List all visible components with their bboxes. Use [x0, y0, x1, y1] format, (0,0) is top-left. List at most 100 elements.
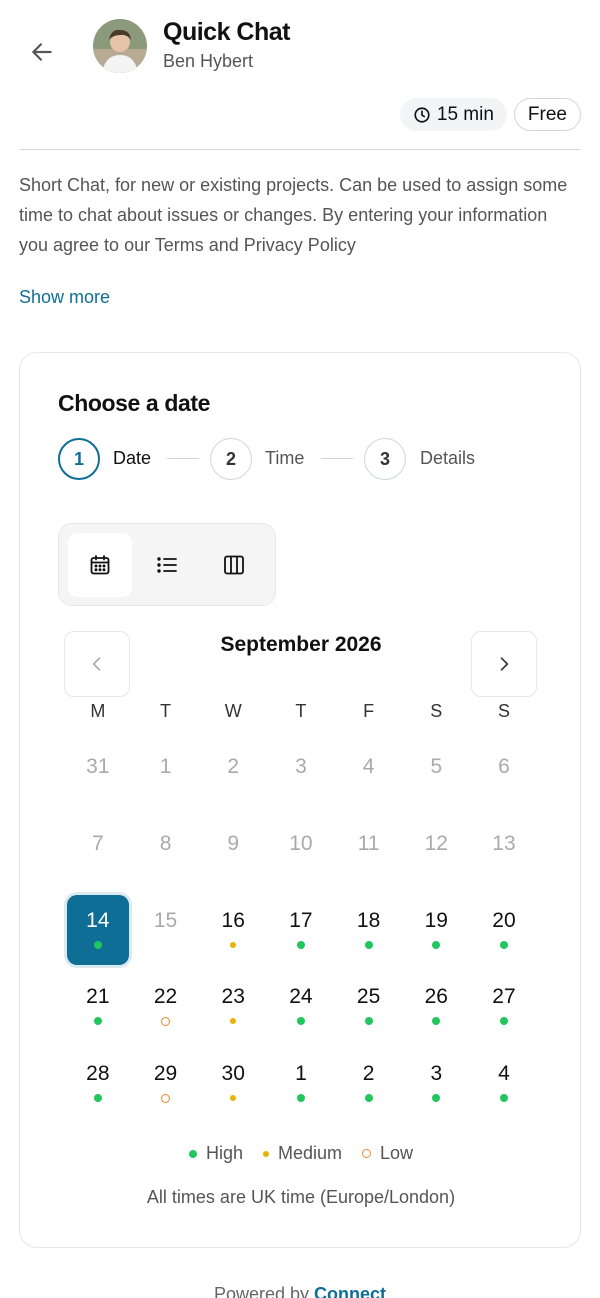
event-description: Short Chat, for new or existing projects…: [19, 175, 568, 255]
day-number: 3: [295, 755, 307, 778]
availability-high-dot-icon: [364, 1094, 373, 1103]
availability-medium-dot-icon: [230, 1018, 237, 1025]
calendar-day: 2: [199, 738, 267, 815]
low-dot-icon: [362, 1149, 372, 1158]
day-number: 30: [221, 1062, 245, 1086]
day-number: 12: [424, 831, 448, 855]
view-toggle: [58, 523, 276, 606]
calendar-day[interactable]: 27: [470, 968, 538, 1045]
day-number: 28: [86, 1062, 110, 1086]
availability-high-dot-icon: [499, 1017, 508, 1026]
calendar-day[interactable]: 25: [335, 968, 403, 1045]
brand-link[interactable]: Connect: [314, 1284, 386, 1298]
calendar-day[interactable]: 23: [199, 968, 267, 1045]
calendar-day[interactable]: 17: [267, 892, 335, 969]
day-number: 5: [430, 755, 443, 778]
calendar-day: 10: [267, 815, 335, 892]
weekday-label: T: [160, 701, 172, 721]
show-more-link[interactable]: Show more: [19, 287, 110, 308]
step-connector: [321, 458, 353, 459]
calendar-day[interactable]: 4: [470, 1045, 538, 1122]
day-number: 9: [227, 831, 240, 855]
availability-high-dot-icon: [364, 1017, 373, 1026]
calendar-day[interactable]: 30: [199, 1045, 267, 1122]
weekday-label: T: [295, 701, 307, 721]
host-avatar: [93, 19, 147, 73]
day-number: 27: [492, 985, 516, 1009]
step-indicator: 1 Date 2 Time 3 Details: [58, 438, 538, 480]
back-button[interactable]: [26, 36, 58, 68]
calendar-day: 1: [132, 738, 200, 815]
day-number: 4: [498, 1062, 510, 1086]
day-number: 1: [159, 755, 172, 778]
availability-high-dot-icon: [432, 940, 441, 949]
availability-high-dot-icon: [296, 1094, 305, 1103]
day-number: 20: [492, 908, 516, 932]
medium-dot-icon: [262, 1150, 269, 1157]
calendar-day[interactable]: 22: [132, 968, 200, 1045]
footer-text: Powered by: [213, 1284, 310, 1298]
column-view-button[interactable]: [202, 533, 266, 597]
day-number: 21: [86, 985, 110, 1009]
availability-high-dot-icon: [93, 1094, 102, 1103]
calendar-day: 13: [470, 815, 538, 892]
day-number: 25: [356, 985, 381, 1009]
legend-item-medium: Medium: [262, 1143, 342, 1164]
day-number: 11: [357, 831, 380, 855]
weekday-label: M: [90, 701, 106, 721]
calendar-day: 3: [267, 738, 335, 815]
calendar-grid: 31 1 2 3 4 5 6 7 8 9 10 11 12 13 14 15 16 17 18 19 20 21 22 23 2…: [64, 738, 538, 1122]
calendar-day[interactable]: 29: [132, 1045, 200, 1122]
legend-label: High: [205, 1143, 243, 1163]
day-number: 14: [86, 908, 110, 932]
step-1-circle: 1: [58, 438, 100, 480]
card-title: Choose a date: [58, 390, 211, 416]
calendar-day[interactable]: 20: [470, 892, 538, 969]
day-number: 24: [289, 985, 313, 1009]
day-number: 4: [362, 755, 375, 778]
day-number: 17: [289, 908, 313, 932]
day-number: 15: [153, 908, 178, 932]
calendar-day-selected[interactable]: 14: [64, 892, 132, 969]
day-number: 19: [424, 908, 448, 932]
day-number: 31: [86, 755, 110, 778]
legend-label: Low: [380, 1143, 414, 1163]
day-number: 13: [492, 831, 516, 855]
calendar-view-button[interactable]: [68, 533, 132, 597]
high-dot-icon: [188, 1149, 197, 1158]
day-number: 26: [424, 985, 448, 1009]
availability-high-dot-icon: [93, 940, 102, 949]
availability-medium-dot-icon: [230, 1095, 237, 1102]
step-3-circle: 3: [364, 438, 406, 480]
list-view-button[interactable]: [135, 533, 199, 597]
availability-medium-dot-icon: [230, 941, 237, 948]
calendar-day[interactable]: 26: [402, 968, 470, 1045]
availability-high-dot-icon: [432, 1094, 441, 1103]
calendar-day[interactable]: 28: [64, 1045, 132, 1122]
calendar-day[interactable]: 2: [335, 1045, 403, 1122]
calendar-day[interactable]: 24: [267, 968, 335, 1045]
calendar-day[interactable]: 19: [402, 892, 470, 969]
footer: Powered by Connect: [0, 1284, 600, 1298]
step-2-label: Time: [265, 448, 305, 468]
availability-low-dot-icon: [161, 1094, 171, 1104]
day-number: 23: [221, 985, 245, 1009]
next-month-button[interactable]: [471, 631, 537, 697]
calendar-day[interactable]: 18: [335, 892, 403, 969]
day-number: 29: [153, 1062, 178, 1086]
day-number: 6: [498, 755, 510, 778]
day-number: 2: [362, 1062, 375, 1086]
availability-low-dot-icon: [161, 1017, 171, 1027]
duration-label: 15 min: [436, 103, 494, 125]
calendar-day[interactable]: 3: [402, 1045, 470, 1122]
calendar-day[interactable]: 16: [199, 892, 267, 969]
chevron-left-icon: [92, 657, 101, 671]
day-number: 7: [92, 831, 104, 855]
availability-high-dot-icon: [499, 1094, 508, 1103]
availability-high-dot-icon: [432, 1017, 441, 1026]
day-number: 22: [153, 985, 178, 1009]
day-number: 8: [159, 831, 172, 855]
legend-item-low: Low: [362, 1143, 413, 1164]
calendar-day[interactable]: 1: [267, 1045, 335, 1122]
calendar-day[interactable]: 21: [64, 968, 132, 1045]
